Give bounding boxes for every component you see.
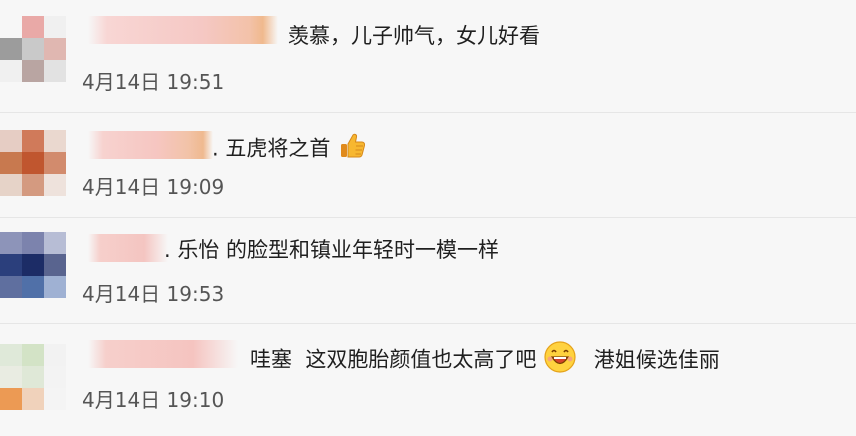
avatar-pixel [0, 366, 22, 388]
comment-text-prefix: 哇塞 这双胞胎颜值也太高了吧 [250, 347, 537, 372]
avatar-pixel [22, 130, 44, 152]
avatar-pixel [44, 60, 66, 82]
avatar-pixel [0, 276, 22, 298]
avatar[interactable] [0, 130, 66, 196]
avatar-pixel [44, 232, 66, 254]
comment-text-suffix: 港姐候选佳丽 [593, 347, 720, 372]
username-blurred[interactable] [88, 16, 278, 44]
avatar-pixel [44, 174, 66, 196]
comment-item: 哇塞 这双胞胎颜值也太高了吧 港姐候选佳丽 4月14日 19:10 [0, 324, 856, 436]
avatar[interactable] [0, 344, 66, 410]
username-blurred[interactable] [88, 340, 238, 368]
username-blurred[interactable] [88, 234, 168, 262]
avatar-pixel [22, 174, 44, 196]
avatar-pixel [0, 344, 22, 366]
comment-text: 羡慕，儿子帅气，女儿好看 [288, 24, 540, 48]
avatar-pixel [44, 152, 66, 174]
comment-time: 4月14日 19:53 [82, 282, 225, 306]
avatar-pixel [22, 388, 44, 410]
avatar-pixel [22, 366, 44, 388]
avatar-pixel [22, 276, 44, 298]
avatar[interactable] [0, 16, 66, 82]
avatar-pixel [22, 16, 44, 38]
avatar-pixel [22, 38, 44, 60]
avatar-pixel [44, 16, 66, 38]
comment-item: 羡慕，儿子帅气，女儿好看 4月14日 19:51 [0, 0, 856, 112]
comment-text: . 五虎将之首 [212, 131, 367, 168]
thumbs-up-icon [337, 131, 367, 168]
avatar-pixel [0, 232, 22, 254]
comment-time: 4月14日 19:51 [82, 70, 225, 94]
avatar-pixel [44, 344, 66, 366]
avatar-pixel [22, 232, 44, 254]
comment-text: . 乐怡 的脸型和镇业年轻时一模一样 [164, 238, 500, 262]
avatar-pixel [44, 38, 66, 60]
grinning-face-icon [543, 340, 577, 381]
avatar-pixel [0, 60, 22, 82]
comment-text: 哇塞 这双胞胎颜值也太高了吧 港姐候选佳丽 [250, 340, 720, 381]
avatar-pixel [22, 344, 44, 366]
comment-text-prefix: . 五虎将之首 [212, 136, 331, 161]
avatar-pixel [22, 152, 44, 174]
avatar-pixel [0, 174, 22, 196]
avatar-pixel [0, 254, 22, 276]
avatar-pixel [44, 366, 66, 388]
avatar-pixel [0, 16, 22, 38]
avatar-pixel [0, 152, 22, 174]
avatar[interactable] [0, 232, 66, 298]
avatar-pixel [0, 388, 22, 410]
comment-item: . 五虎将之首 4月14日 19:09 [0, 113, 856, 217]
avatar-pixel [44, 254, 66, 276]
username-blurred[interactable] [88, 131, 213, 159]
avatar-pixel [44, 388, 66, 410]
avatar-pixel [44, 276, 66, 298]
avatar-pixel [22, 254, 44, 276]
avatar-pixel [22, 60, 44, 82]
avatar-pixel [44, 130, 66, 152]
avatar-pixel [0, 38, 22, 60]
comment-time: 4月14日 19:10 [82, 388, 225, 412]
avatar-pixel [0, 130, 22, 152]
comment-time: 4月14日 19:09 [82, 175, 225, 199]
comment-item: . 乐怡 的脸型和镇业年轻时一模一样 4月14日 19:53 [0, 218, 856, 323]
